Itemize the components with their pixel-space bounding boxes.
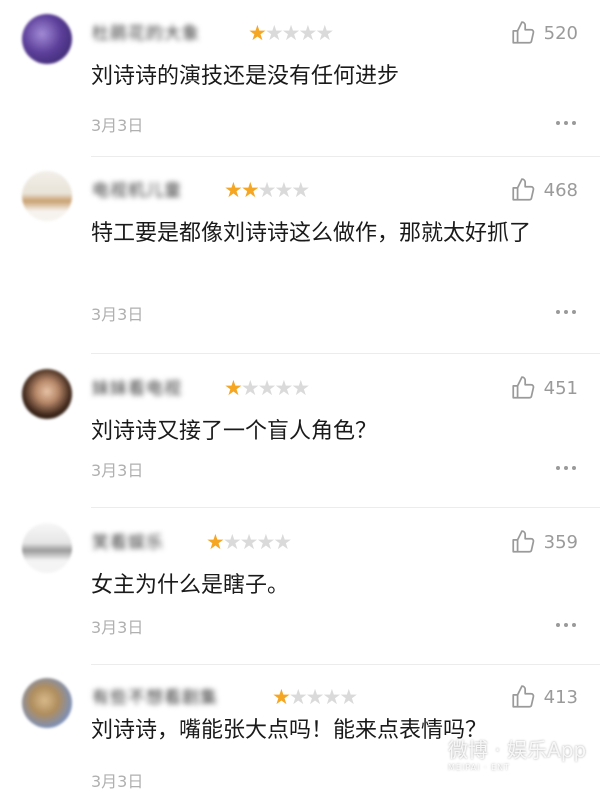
star-empty-icon: ★ (298, 21, 317, 45)
review-text: 特工要是都像刘诗诗这么做作，那就太好抓了 (91, 221, 532, 246)
star-empty-icon: ★ (305, 685, 325, 709)
like-count: 520 (543, 22, 578, 44)
star-empty-icon: ★ (281, 21, 301, 45)
username[interactable]: 笑看娱乐 (92, 531, 164, 555)
star-empty-icon: ★ (273, 530, 292, 554)
star-empty-icon: ★ (239, 530, 259, 554)
review-text: 刘诗诗又接了一个盲人角色？ (91, 419, 378, 444)
more-dots-icon[interactable] (556, 466, 576, 470)
star-empty-icon: ★ (322, 685, 341, 709)
star-empty-icon: ★ (274, 376, 293, 400)
star-empty-icon: ★ (240, 376, 260, 400)
review-text: 刘诗诗的演技还是没有任何进步 (91, 64, 400, 89)
star-filled-icon: ★ (224, 178, 243, 202)
star-filled-icon: ★ (248, 21, 267, 45)
star-empty-icon: ★ (291, 376, 310, 400)
like-count: 359 (543, 531, 578, 553)
like-button[interactable]: 468 (510, 175, 578, 205)
like-button[interactable]: 520 (510, 18, 578, 48)
thumbs-up-icon (512, 530, 534, 553)
star-filled-icon: ★ (224, 376, 243, 400)
review-date: 3月3日 (91, 618, 144, 637)
star-empty-icon: ★ (256, 530, 275, 554)
rating-stars: ★★★★★ (248, 20, 334, 46)
like-count: 451 (543, 377, 578, 399)
like-count: 468 (543, 179, 578, 201)
review-item: 妹妹看电视 ★★★★★ 451 刘诗诗又接了一个盲人角色？ 3月3日 (0, 355, 600, 512)
rating-stars: ★★★★★ (272, 684, 358, 710)
username[interactable]: 电视机儿童 (92, 179, 182, 203)
rating-stars: ★★★★★ (224, 375, 310, 401)
review-item: 笑看娱乐 ★★★★★ 359 女主为什么是瞎子。 3月3日 (0, 509, 600, 666)
thumbs-up-icon (512, 178, 534, 201)
more-dots-icon[interactable] (556, 623, 576, 627)
star-empty-icon: ★ (339, 685, 358, 709)
username[interactable]: 有些不想看剧集 (92, 686, 218, 710)
review-date: 3月3日 (91, 305, 144, 324)
rating-stars: ★★★★★ (206, 529, 292, 555)
star-empty-icon: ★ (315, 21, 334, 45)
review-date: 3月3日 (91, 772, 144, 791)
star-filled-icon: ★ (206, 530, 225, 554)
like-button[interactable]: 451 (510, 373, 578, 403)
more-dots-icon[interactable] (556, 310, 576, 314)
divider (91, 353, 600, 354)
avatar[interactable] (22, 14, 72, 64)
like-button[interactable]: 359 (510, 527, 578, 557)
star-filled-icon: ★ (272, 685, 291, 709)
divider (91, 507, 600, 508)
avatar[interactable] (22, 369, 72, 419)
like-count: 413 (543, 686, 578, 708)
star-empty-icon: ★ (291, 178, 310, 202)
avatar[interactable] (22, 678, 72, 728)
like-button[interactable]: 413 (510, 682, 578, 712)
star-empty-icon: ★ (274, 178, 293, 202)
review-item: 杜鹃花的大象 ★★★★★ 520 刘诗诗的演技还是没有任何进步 3月3日 (0, 0, 600, 158)
star-empty-icon: ★ (288, 685, 308, 709)
star-empty-icon: ★ (222, 530, 242, 554)
review-date: 3月3日 (91, 461, 144, 480)
review-date: 3月3日 (91, 116, 144, 135)
thumbs-up-icon (512, 21, 534, 44)
star-empty-icon: ★ (257, 376, 277, 400)
review-item: 电视机儿童 ★★★★★ 468 特工要是都像刘诗诗这么做作，那就太好抓了 3月3… (0, 157, 600, 355)
rating-stars: ★★★★★ (224, 177, 310, 203)
thumbs-up-icon (512, 685, 534, 708)
thumbs-up-icon (512, 376, 534, 399)
watermark: 微博 · 娱乐App MEIPAI · ENT (448, 738, 587, 772)
more-dots-icon[interactable] (556, 121, 576, 125)
star-filled-icon: ★ (240, 178, 260, 202)
username[interactable]: 杜鹃花的大象 (92, 22, 200, 46)
username[interactable]: 妹妹看电视 (92, 377, 182, 401)
review-text: 女主为什么是瞎子。 (91, 573, 290, 598)
star-empty-icon: ★ (257, 178, 277, 202)
star-empty-icon: ★ (264, 21, 284, 45)
avatar[interactable] (22, 171, 72, 221)
avatar[interactable] (22, 523, 72, 573)
